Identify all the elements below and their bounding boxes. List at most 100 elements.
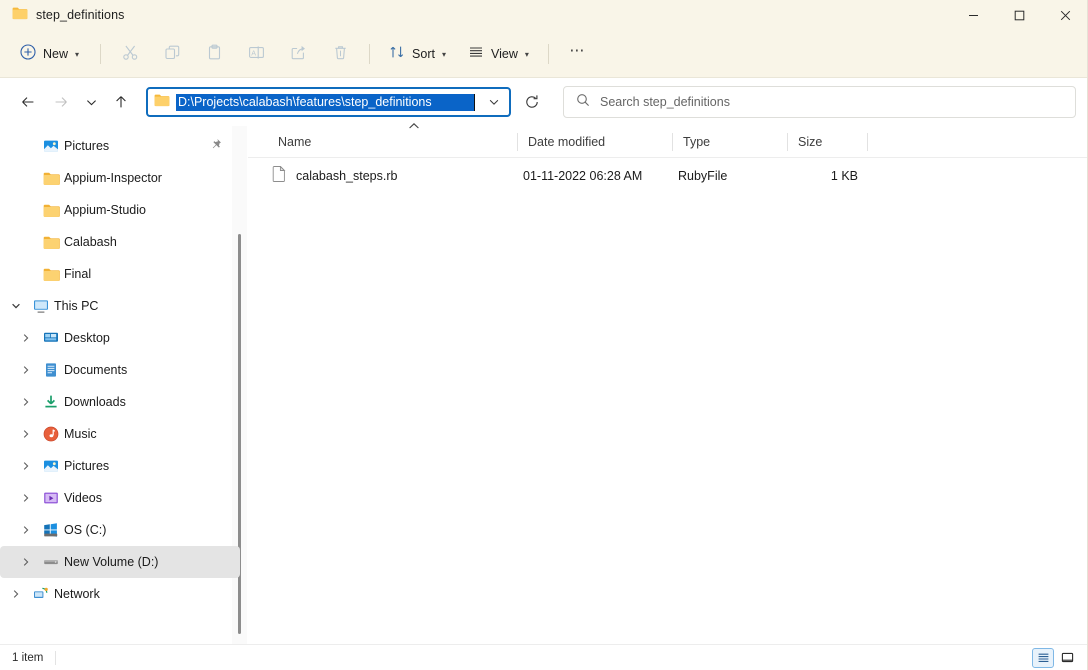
chevron-right-icon[interactable] [14, 429, 38, 439]
network-section: Network [0, 578, 248, 610]
sidebar-item-desktop[interactable]: Desktop [0, 322, 240, 354]
up-button[interactable] [105, 86, 137, 118]
sidebar-item-label: This PC [54, 299, 99, 313]
chevron-right-icon[interactable] [14, 557, 38, 567]
file-name-cell: calabash_steps.rb [266, 164, 518, 187]
sidebar-item-final[interactable]: Final [0, 258, 240, 290]
close-button[interactable] [1042, 0, 1088, 30]
copy-icon [164, 44, 181, 64]
sidebar-item-new-volume-d[interactable]: New Volume (D:) [0, 546, 240, 578]
scissors-icon [122, 44, 139, 64]
folder-icon [38, 171, 64, 186]
sidebar-item-downloads[interactable]: Downloads [0, 386, 240, 418]
delete-button[interactable] [320, 38, 360, 70]
navigation-sidebar[interactable]: Pictures Appium-Inspector Appium-Studio Cal… [0, 126, 248, 644]
drive-icon [38, 554, 64, 570]
folder-icon [38, 203, 64, 218]
sidebar-item-label: Appium-Studio [64, 203, 146, 217]
videos-icon [38, 490, 64, 506]
toolbar-separator-2 [369, 43, 371, 64]
new-button[interactable]: New ▾ [12, 38, 91, 70]
navigation-bar: D:\Projects\calabash\features\step_defin… [0, 78, 1088, 126]
folder-icon [154, 93, 170, 112]
view-button-label: View [490, 46, 518, 61]
sidebar-item-documents[interactable]: Documents [0, 354, 240, 386]
file-type-cell: RubyFile [678, 169, 728, 183]
chevron-right-icon[interactable] [4, 589, 28, 599]
address-input[interactable]: D:\Projects\calabash\features\step_defin… [176, 93, 475, 111]
minimize-button[interactable] [950, 0, 996, 30]
paste-icon [206, 44, 223, 64]
back-button[interactable] [12, 86, 44, 118]
plus-circle-icon [20, 44, 36, 63]
sidebar-item-videos[interactable]: Videos [0, 482, 240, 514]
this-pc-children: Desktop Documents Downloads Music Pictures Vi… [0, 322, 248, 578]
sidebar-item-calabash[interactable]: Calabash [0, 226, 240, 258]
cut-button[interactable] [110, 38, 150, 70]
refresh-button[interactable] [516, 86, 548, 118]
chevron-down-icon[interactable] [4, 301, 28, 311]
large-icons-view-toggle[interactable] [1056, 648, 1078, 668]
sort-icon [389, 44, 405, 63]
status-separator [55, 650, 57, 665]
music-icon [38, 426, 64, 442]
rename-button[interactable]: A [236, 38, 276, 70]
sort-button[interactable]: Sort ▾ [379, 38, 456, 70]
chevron-right-icon[interactable] [14, 461, 38, 471]
copy-button[interactable] [152, 38, 192, 70]
explorer-tab[interactable]: step_definitions [0, 0, 124, 30]
details-view-toggle[interactable] [1032, 647, 1054, 668]
sidebar-item-appium-inspector[interactable]: Appium-Inspector [0, 162, 240, 194]
file-list-pane: Name Date modified Type Size calabash_st… [248, 122, 1088, 644]
pin-icon[interactable] [210, 137, 222, 155]
view-button[interactable]: View ▾ [458, 38, 539, 70]
share-button[interactable] [278, 38, 318, 70]
search-input[interactable]: Search step_definitions [600, 95, 730, 109]
chevron-right-icon[interactable] [14, 493, 38, 503]
paste-button[interactable] [194, 38, 234, 70]
sidebar-item-pictures[interactable]: Pictures [0, 450, 240, 482]
column-divider[interactable] [867, 132, 868, 151]
search-box[interactable]: Search step_definitions [563, 86, 1076, 118]
file-rows: calabash_steps.rb 01-11-2022 06:28 AM Ruby… [248, 158, 1088, 644]
sidebar-item-label: Calabash [64, 235, 117, 249]
column-header-name-label: Name [278, 134, 312, 149]
chevron-right-icon[interactable] [14, 525, 38, 535]
sort-button-label: Sort [412, 46, 435, 61]
chevron-right-icon[interactable] [14, 365, 38, 375]
desktop-icon [38, 330, 64, 346]
text-caret [474, 93, 475, 111]
toolbar-separator [100, 43, 102, 64]
sidebar-item-music[interactable]: Music [0, 418, 240, 450]
sidebar-item-label: Documents [64, 363, 128, 377]
address-dropdown-button[interactable] [481, 89, 507, 115]
sidebar-item-os-c[interactable]: OS (C:) [0, 514, 240, 546]
maximize-button[interactable] [996, 0, 1042, 30]
recent-locations-button[interactable] [78, 86, 104, 118]
item-count-label: 1 item [12, 651, 44, 664]
chevron-right-icon[interactable] [14, 397, 38, 407]
see-more-button[interactable]: ⋯ [558, 38, 598, 70]
column-header-type[interactable]: Type [673, 126, 788, 158]
svg-text:A: A [251, 48, 256, 57]
address-bar[interactable]: D:\Projects\calabash\features\step_defin… [146, 87, 511, 117]
forward-button[interactable] [45, 86, 77, 118]
sidebar-item-appium-studio[interactable]: Appium-Studio [0, 194, 240, 226]
chevron-right-icon[interactable] [14, 333, 38, 343]
column-header-date-modified[interactable]: Date modified [518, 126, 673, 158]
sidebar-item-network[interactable]: Network [0, 578, 240, 610]
file-icon [272, 164, 286, 187]
column-header-size[interactable]: Size [788, 126, 868, 158]
network-icon [28, 586, 54, 602]
chevron-down-icon: ▾ [441, 49, 446, 59]
sidebar-item-this-pc[interactable]: This PC [0, 290, 240, 322]
column-header-name[interactable]: Name [268, 122, 518, 158]
share-icon [290, 44, 307, 64]
file-explorer-window: step_definitions New ▾ A Sort ▾ View ▾ ⋯… [0, 0, 1088, 670]
search-icon [576, 93, 590, 112]
folder-icon [12, 6, 28, 25]
sidebar-item-label: Pictures [64, 139, 110, 153]
toolbar-separator-3 [547, 43, 549, 64]
table-row[interactable]: calabash_steps.rb 01-11-2022 06:28 AM Ruby… [254, 162, 1082, 190]
sidebar-item-pictures[interactable]: Pictures [0, 130, 240, 162]
